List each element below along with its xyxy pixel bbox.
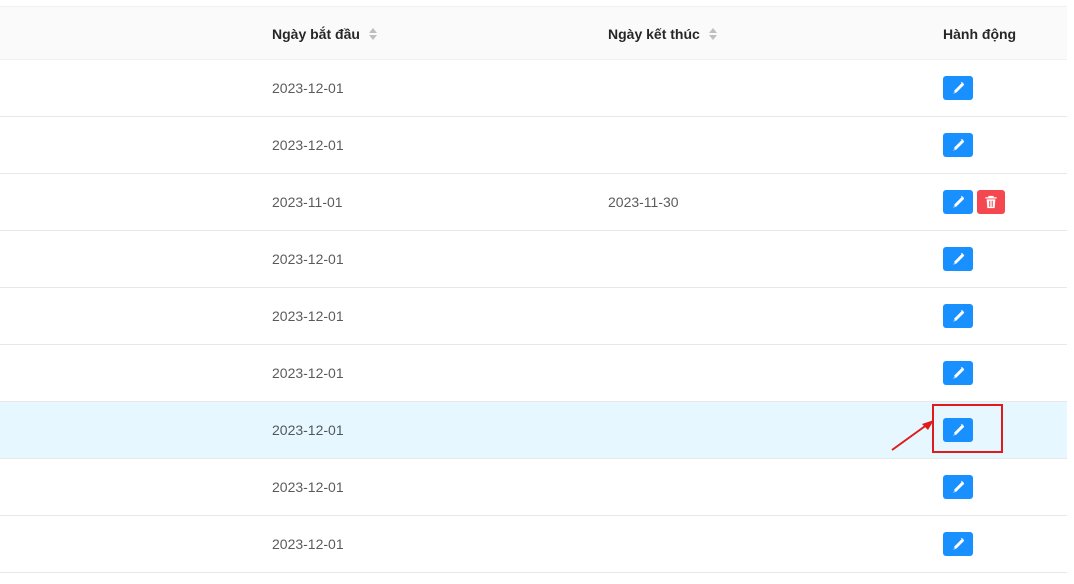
cell-end-date: 2023-11-30 bbox=[608, 194, 679, 210]
trash-icon bbox=[984, 195, 998, 209]
edit-button[interactable] bbox=[943, 475, 973, 499]
pencil-icon bbox=[951, 480, 965, 494]
column-header-label: Hành động bbox=[943, 25, 1017, 42]
pencil-icon bbox=[951, 366, 965, 380]
cell-actions bbox=[943, 345, 973, 401]
cell-start-date: 2023-12-01 bbox=[272, 536, 344, 552]
table-row: 2023-12-01 bbox=[0, 459, 1067, 516]
table-row: 2023-12-01 bbox=[0, 60, 1067, 117]
cell-actions bbox=[943, 402, 973, 458]
table-row: 2023-12-01 bbox=[0, 402, 1067, 459]
table-row: 2023-12-01 bbox=[0, 117, 1067, 174]
pencil-icon bbox=[951, 195, 965, 209]
cell-actions bbox=[943, 459, 973, 515]
edit-button[interactable] bbox=[943, 418, 973, 442]
sort-icon[interactable] bbox=[368, 27, 377, 40]
column-header-end-date[interactable]: Ngày kết thúc bbox=[608, 7, 717, 60]
pencil-icon bbox=[951, 81, 965, 95]
column-header-start-date[interactable]: Ngày bắt đầu bbox=[272, 7, 377, 60]
pencil-icon bbox=[951, 138, 965, 152]
column-header-label: Ngày kết thúc bbox=[608, 25, 700, 42]
cell-actions bbox=[943, 288, 973, 344]
cell-actions bbox=[943, 117, 973, 173]
edit-button[interactable] bbox=[943, 532, 973, 556]
cell-actions bbox=[943, 516, 973, 572]
table-body: 2023-12-01 2023-12-01 2023-11-01 2023-11-30… bbox=[0, 60, 1067, 573]
edit-button[interactable] bbox=[943, 76, 973, 100]
table-row: 2023-12-01 bbox=[0, 345, 1067, 402]
cell-start-date: 2023-12-01 bbox=[272, 422, 344, 438]
table-row: 2023-12-01 bbox=[0, 231, 1067, 288]
edit-button[interactable] bbox=[943, 133, 973, 157]
cell-actions bbox=[943, 60, 973, 116]
cell-start-date: 2023-12-01 bbox=[272, 308, 344, 324]
cell-actions bbox=[943, 231, 973, 287]
column-header-label: Ngày bắt đầu bbox=[272, 25, 360, 42]
sort-icon[interactable] bbox=[708, 27, 717, 40]
table-row: 2023-11-01 2023-11-30 bbox=[0, 174, 1067, 231]
cell-start-date: 2023-12-01 bbox=[272, 137, 344, 153]
edit-button[interactable] bbox=[943, 247, 973, 271]
edit-button[interactable] bbox=[943, 304, 973, 328]
data-table: Ngày bắt đầu Ngày kết thúc Hành động 202… bbox=[0, 6, 1067, 573]
pencil-icon bbox=[951, 537, 965, 551]
column-header-actions: Hành động bbox=[943, 7, 1016, 60]
cell-start-date: 2023-11-01 bbox=[272, 194, 343, 210]
table-header: Ngày bắt đầu Ngày kết thúc Hành động bbox=[0, 6, 1067, 60]
cell-start-date: 2023-12-01 bbox=[272, 80, 344, 96]
edit-button[interactable] bbox=[943, 190, 973, 214]
table-row: 2023-12-01 bbox=[0, 516, 1067, 573]
cell-start-date: 2023-12-01 bbox=[272, 479, 344, 495]
pencil-icon bbox=[951, 309, 965, 323]
cell-start-date: 2023-12-01 bbox=[272, 365, 344, 381]
edit-button[interactable] bbox=[943, 361, 973, 385]
table-row: 2023-12-01 bbox=[0, 288, 1067, 345]
pencil-icon bbox=[951, 423, 965, 437]
pencil-icon bbox=[951, 252, 965, 266]
cell-start-date: 2023-12-01 bbox=[272, 251, 344, 267]
delete-button[interactable] bbox=[977, 190, 1005, 214]
cell-actions bbox=[943, 174, 1005, 230]
